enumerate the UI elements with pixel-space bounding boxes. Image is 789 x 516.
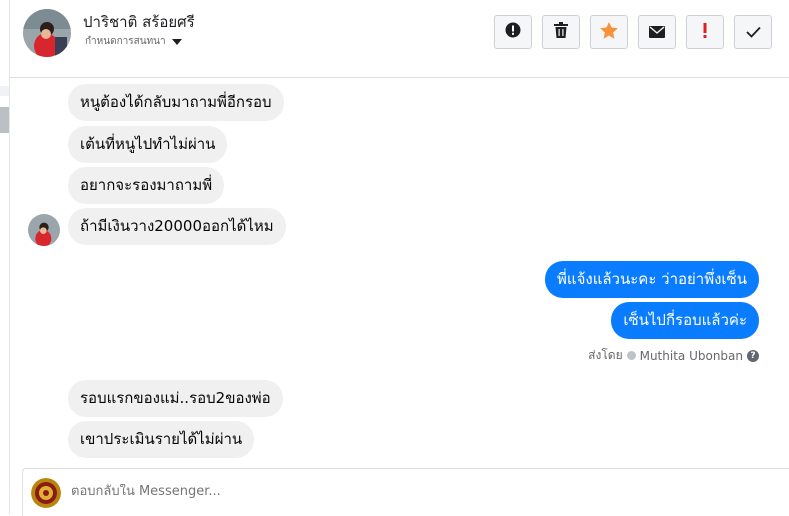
reply-composer: [22, 468, 789, 516]
message-thread: หนูต้องได้กลับมาถามพี่อีกรอบ เต้นที่หนูไ…: [10, 78, 789, 467]
report-button[interactable]: [494, 15, 532, 49]
star-icon: [600, 21, 618, 43]
delete-button[interactable]: [542, 15, 580, 49]
scroll-up-arrow[interactable]: [0, 86, 9, 96]
assign-label: กำหนดการสนทนา: [85, 36, 166, 47]
envelope-icon: [649, 23, 665, 42]
check-icon: [745, 23, 761, 42]
outgoing-message: เซ็นไปกี่รอบแล้วค่ะ: [611, 302, 759, 339]
incoming-message: อยากจะรองมาถามพี่: [68, 167, 225, 204]
incoming-message: หนูต้องได้กลับมาถามพี่อีกรอบ: [68, 84, 284, 121]
mark-unread-button[interactable]: [638, 15, 676, 49]
exclamation-circle-icon: [505, 22, 521, 42]
done-button[interactable]: [734, 15, 772, 49]
scrollbar-thumb[interactable]: [0, 107, 9, 133]
star-button[interactable]: [590, 15, 628, 49]
conversation-header: ปาริชาติ สร้อยศรี กำหนดการสนทนา: [10, 0, 789, 78]
sender-name: Muthita Ubonban: [639, 348, 743, 363]
outgoing-message: พี่แจ้งแล้วนะคะ ว่าอย่าพึ่งเซ็น: [545, 261, 759, 298]
reply-input[interactable]: [71, 484, 671, 499]
contact-avatar[interactable]: [23, 9, 71, 57]
exclamation-icon: [703, 22, 707, 42]
sent-by-prefix: ส่งโดย: [588, 348, 623, 362]
left-panel-edge: [0, 0, 10, 515]
trash-icon: [554, 22, 568, 42]
incoming-message: เขาประเมินรายได้ไม่ผ่าน: [68, 421, 255, 458]
incoming-message: ถ้ามีเงินวาง20000ออกได้ไหม: [68, 208, 286, 245]
incoming-message: เต้นที่หนูไปทำไม่ผ่าน: [68, 126, 228, 163]
contact-name: ปาริชาติ สร้อยศรี: [83, 13, 195, 31]
spam-button[interactable]: [686, 15, 724, 49]
contact-avatar-small: [28, 214, 60, 246]
assign-conversation-dropdown[interactable]: กำหนดการสนทนา: [85, 34, 182, 49]
page-avatar: [31, 478, 61, 508]
incoming-message: รอบแรกของแม่..รอบ2ของพ่อ: [68, 380, 283, 417]
caret-down-icon: [171, 39, 182, 45]
sent-by-label: ส่งโดย Muthita Ubonban ?: [588, 346, 759, 365]
help-icon[interactable]: ?: [747, 349, 759, 362]
sender-badge-icon: [626, 351, 636, 360]
